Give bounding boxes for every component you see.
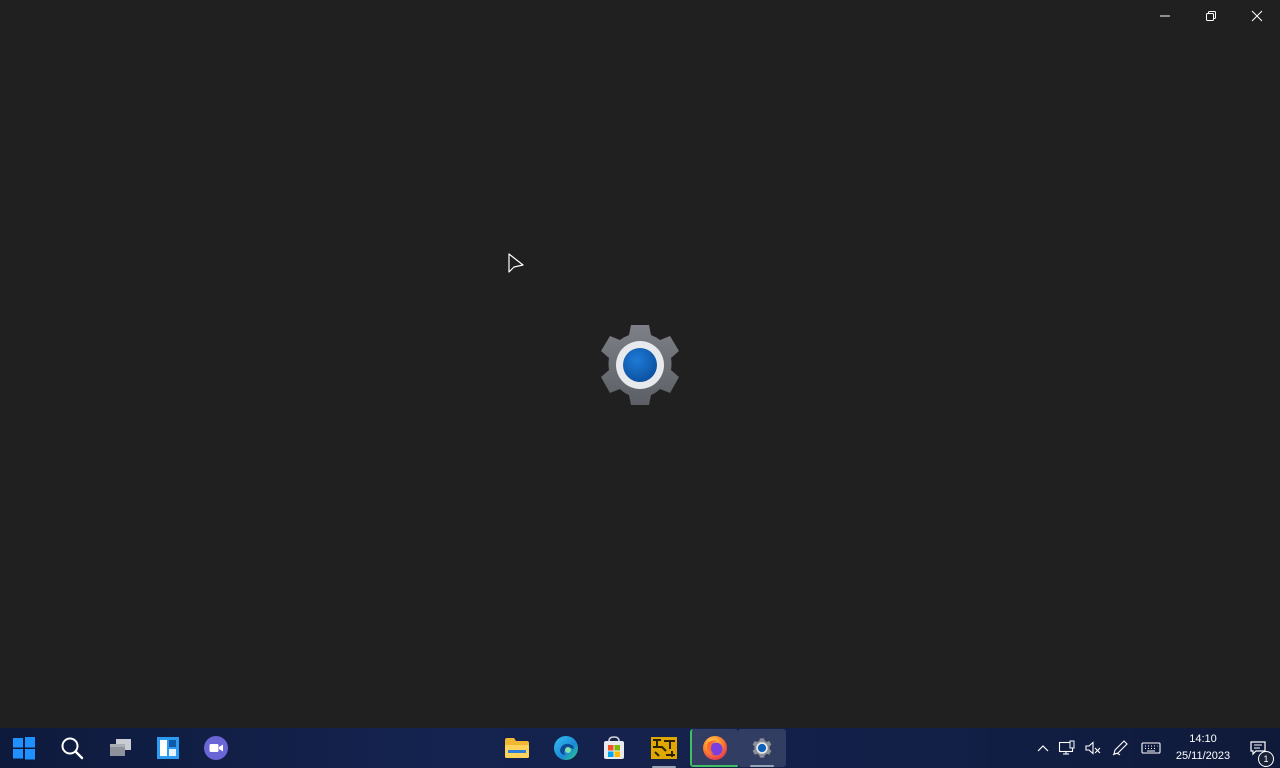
- firefox-button[interactable]: [690, 729, 738, 767]
- clock-date: 25/11/2023: [1175, 750, 1231, 762]
- clock[interactable]: 14:10 25/11/2023: [1170, 731, 1236, 765]
- yellow-app-button[interactable]: [640, 728, 688, 768]
- show-hidden-icons-button[interactable]: [1033, 738, 1053, 758]
- edge-icon: [554, 736, 578, 760]
- windows-logo-icon: [13, 737, 35, 760]
- task-view-button[interactable]: [96, 728, 144, 768]
- edge-button[interactable]: [542, 728, 590, 768]
- settings-button[interactable]: [738, 729, 786, 767]
- settings-gear-icon: [601, 325, 679, 405]
- restore-icon: [1206, 11, 1216, 21]
- widgets-button[interactable]: [144, 728, 192, 768]
- widgets-icon: [157, 737, 179, 759]
- taskbar: 14:10 25/11/2023: [0, 728, 1280, 768]
- start-button[interactable]: [0, 728, 48, 768]
- network-icon: [1058, 740, 1075, 755]
- gear-icon: [752, 738, 772, 758]
- running-indicator: [750, 765, 774, 767]
- touch-keyboard-button[interactable]: [1141, 738, 1161, 758]
- volume-muted-icon: [1085, 741, 1101, 755]
- file-explorer-button[interactable]: [493, 728, 541, 768]
- grid-app-icon: [651, 737, 677, 759]
- mouse-cursor-icon: [508, 253, 524, 273]
- clock-time: 14:10: [1189, 733, 1217, 745]
- folder-icon: [505, 738, 529, 758]
- microsoft-store-button[interactable]: [590, 728, 638, 768]
- close-button[interactable]: [1234, 0, 1280, 32]
- search-icon: [61, 737, 84, 760]
- keyboard-icon: [1141, 742, 1161, 754]
- pen-tray-button[interactable]: [1110, 738, 1130, 758]
- chevron-up-icon: [1037, 745, 1049, 752]
- close-icon: [1251, 10, 1263, 22]
- teams-chat-icon: [204, 736, 228, 760]
- search-button[interactable]: [48, 728, 96, 768]
- restore-button[interactable]: [1188, 0, 1234, 32]
- network-tray-button[interactable]: [1057, 738, 1077, 758]
- pen-icon: [1112, 740, 1128, 756]
- minimize-button[interactable]: [1142, 0, 1188, 32]
- notification-count-badge: 1: [1258, 751, 1274, 767]
- window-controls: [1142, 0, 1280, 32]
- task-view-icon: [110, 739, 131, 756]
- store-icon: [604, 736, 624, 759]
- teams-chat-button[interactable]: [192, 728, 240, 768]
- minimize-icon: [1160, 15, 1170, 17]
- active-indicator: [692, 765, 738, 767]
- firefox-icon: [703, 736, 727, 760]
- volume-tray-button[interactable]: [1083, 738, 1103, 758]
